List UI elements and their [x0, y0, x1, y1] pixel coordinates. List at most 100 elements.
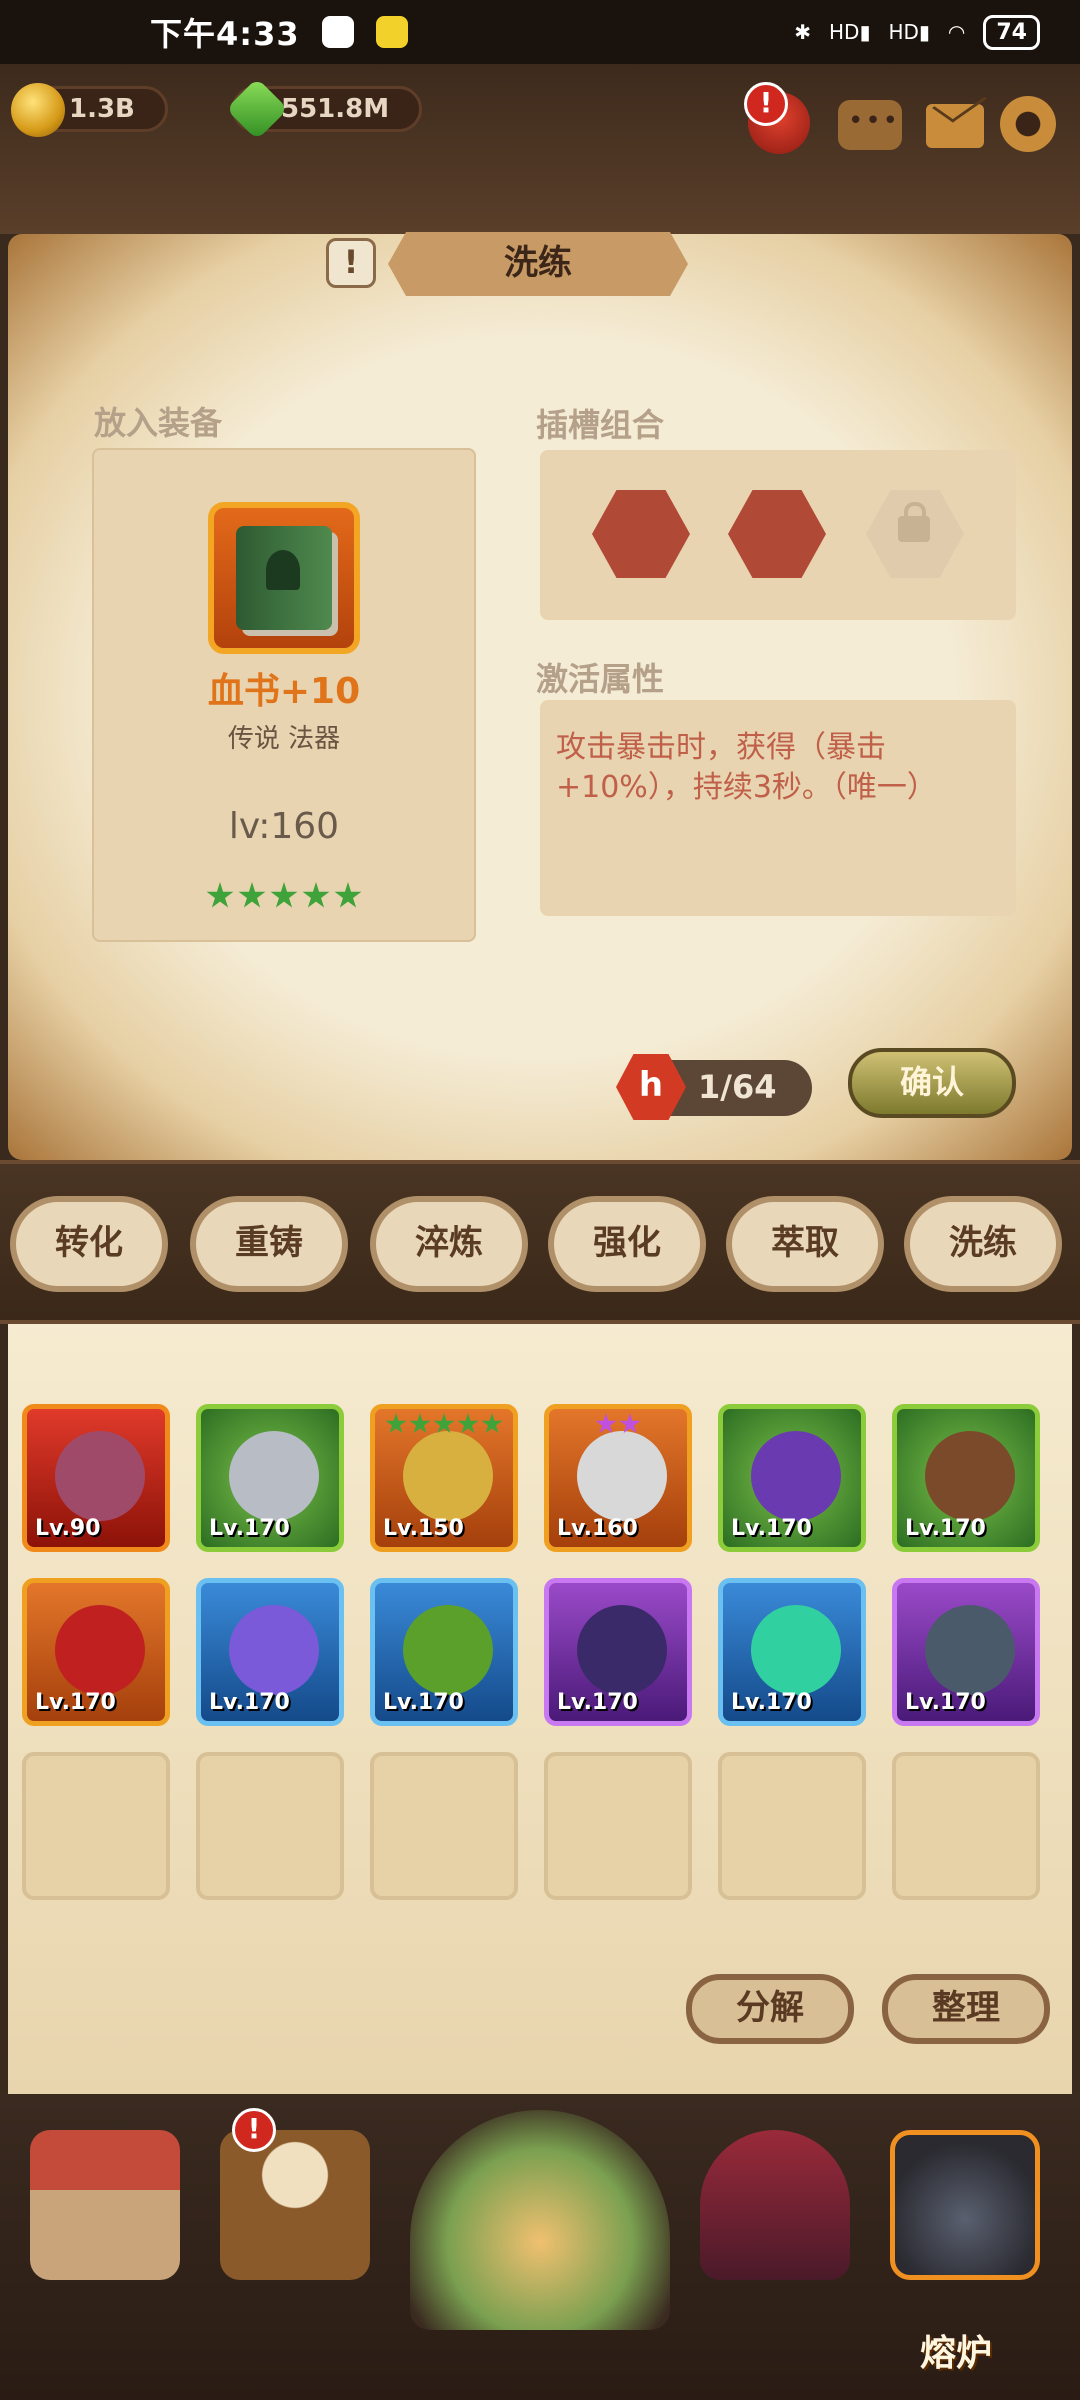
empty-inventory-slot[interactable] — [718, 1752, 866, 1900]
star-icon — [334, 882, 362, 908]
inventory-item[interactable]: Lv.160 — [544, 1404, 692, 1552]
shop-chest-icon — [700, 2130, 850, 2280]
inventory-item[interactable]: Lv.150 — [370, 1404, 518, 1552]
item-level: Lv.170 — [383, 1690, 464, 1715]
app-notification-icon-yellow — [375, 16, 408, 48]
house-icon — [30, 2130, 180, 2280]
inventory-item[interactable]: Lv.170 — [370, 1578, 518, 1726]
tab-enhance[interactable]: 强化 — [548, 1196, 706, 1292]
wifi-icon: ◠ — [947, 20, 966, 44]
panel-title: 洗练 — [388, 232, 688, 296]
inventory-item[interactable]: Lv.170 — [196, 1404, 344, 1552]
decompose-button[interactable]: 分解 — [686, 1974, 854, 2044]
star-icon — [619, 1413, 641, 1434]
star-icon — [595, 1413, 617, 1434]
inventory-item[interactable]: Lv.170 — [892, 1578, 1040, 1726]
tab-convert[interactable]: 转化 — [10, 1196, 168, 1292]
app-notification-icon — [321, 16, 354, 48]
tab-recast[interactable]: 重铸 — [190, 1196, 348, 1292]
nav-tavern[interactable]: ! — [210, 2108, 380, 2280]
gem-value: 551.8M — [281, 94, 390, 124]
item-level: Lv.160 — [557, 1516, 638, 1541]
equip-stars — [206, 882, 362, 910]
inventory-item[interactable]: Lv.170 — [718, 1404, 866, 1552]
item-level: Lv.170 — [905, 1690, 986, 1715]
settings-gear-icon[interactable] — [1000, 96, 1056, 152]
empty-inventory-slot[interactable] — [544, 1752, 692, 1900]
battery-indicator: 74 — [983, 14, 1040, 50]
tab-refine[interactable]: 洗练 — [904, 1196, 1062, 1292]
mail-button[interactable] — [926, 104, 984, 148]
inventory-item[interactable]: Lv.170 — [22, 1578, 170, 1726]
wizard-hat-icon — [751, 1431, 841, 1521]
equipped-item[interactable] — [208, 502, 360, 654]
robe-icon — [229, 1605, 319, 1695]
inventory-item[interactable]: Lv.170 — [718, 1578, 866, 1726]
item-level: Lv.170 — [209, 1690, 290, 1715]
equip-level: lv:160 — [228, 806, 340, 847]
game-screen: 下午4:33 ✱ HD▮ HD▮ ◠ 74 1.3B 551.8M ! ! 洗练… — [0, 0, 1080, 2400]
alert-icon: ! — [744, 82, 788, 126]
tab-temper[interactable]: 淬炼 — [370, 1196, 528, 1292]
inventory-item[interactable]: Lv.90 — [22, 1404, 170, 1552]
gem-counter[interactable]: 551.8M — [225, 77, 423, 141]
nav-shop[interactable] — [690, 2110, 860, 2280]
item-level: Lv.170 — [35, 1690, 116, 1715]
amulet-icon — [403, 1431, 493, 1521]
gold-value: 1.3B — [69, 94, 135, 124]
item-level: Lv.170 — [557, 1690, 638, 1715]
equip-name: 血书+10 — [207, 671, 361, 712]
tavern-mug-icon — [220, 2130, 370, 2280]
status-right: ✱ HD▮ HD▮ ◠ 74 — [794, 14, 1040, 50]
item-stars — [375, 1413, 513, 1435]
signal-icon-1: HD▮ — [828, 20, 871, 44]
item-level: Lv.170 — [209, 1516, 290, 1541]
empty-inventory-slot[interactable] — [22, 1752, 170, 1900]
nav-adventure[interactable] — [410, 2110, 670, 2330]
portal-icon — [410, 2110, 670, 2330]
equip-section-label: 放入装备 — [94, 404, 223, 442]
sort-button[interactable]: 整理 — [882, 1974, 1050, 2044]
chat-button[interactable] — [838, 100, 902, 150]
empty-inventory-slot[interactable] — [892, 1752, 1040, 1900]
tavern-alert-icon: ! — [232, 2108, 276, 2152]
inventory-item[interactable]: Lv.170 — [892, 1404, 1040, 1552]
confirm-button[interactable]: 确认 — [848, 1048, 1016, 1118]
nav-forge[interactable] — [880, 2110, 1050, 2280]
inventory-item[interactable]: Lv.170 — [544, 1578, 692, 1726]
top-bar — [0, 64, 1080, 234]
empty-inventory-slot[interactable] — [196, 1752, 344, 1900]
signal-icon-2: HD▮ — [888, 20, 930, 44]
armor-icon — [229, 1431, 319, 1521]
empty-inventory-slot[interactable] — [370, 1752, 518, 1900]
star-icon — [433, 1413, 455, 1434]
attribute-text: 攻击暴击时，获得（暴击+10%），持续3秒。（唯一） — [556, 730, 937, 805]
star-icon — [481, 1413, 503, 1434]
glove-icon — [925, 1431, 1015, 1521]
star-icon — [238, 882, 266, 908]
nav-house[interactable] — [20, 2110, 190, 2280]
item-level: Lv.170 — [731, 1516, 812, 1541]
star-icon — [457, 1413, 479, 1434]
hood-icon — [403, 1605, 493, 1695]
status-bar: 下午4:33 ✱ HD▮ HD▮ ◠ 74 — [0, 0, 1080, 64]
horned-helmet-icon — [925, 1605, 1015, 1695]
inventory-item[interactable]: Lv.170 — [196, 1578, 344, 1726]
equip-rarity-type: 传说 法器 — [227, 724, 341, 754]
book-icon — [236, 526, 332, 630]
coin-icon — [11, 83, 65, 137]
slot-section-label: 插槽组合 — [536, 406, 665, 444]
gem-amulet-icon — [751, 1605, 841, 1695]
tab-extract[interactable]: 萃取 — [726, 1196, 884, 1292]
ring-icon — [55, 1431, 145, 1521]
cloak-icon — [577, 1431, 667, 1521]
info-button[interactable]: ! — [326, 238, 376, 288]
item-level: Lv.170 — [731, 1690, 812, 1715]
forge-label: 熔炉 — [920, 2333, 993, 2374]
bluetooth-icon: ✱ — [794, 20, 811, 44]
item-level: Lv.170 — [905, 1516, 986, 1541]
potion-button[interactable]: ! — [744, 82, 810, 154]
gold-counter[interactable]: 1.3B — [11, 83, 168, 137]
item-stars — [549, 1413, 687, 1435]
attribute-box: 攻击暴击时，获得（暴击+10%），持续3秒。（唯一） — [540, 700, 1016, 916]
